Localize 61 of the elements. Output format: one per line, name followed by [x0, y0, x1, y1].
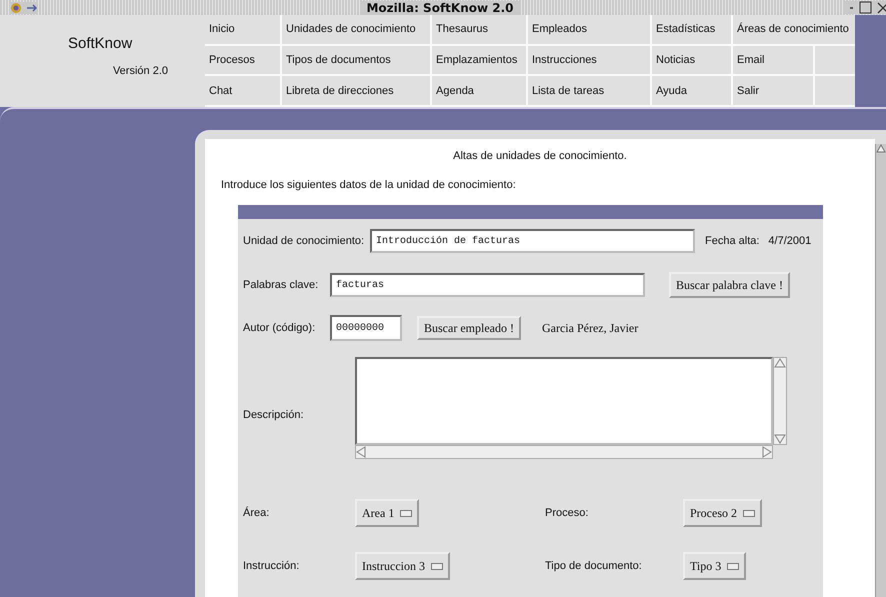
- menu-link[interactable]: Ayuda: [652, 76, 731, 105]
- field-label: Área:: [243, 507, 270, 519]
- close-icon[interactable]: [876, 1, 886, 14]
- intro-text: Introduce los siguientes datos de la unidad de conocimiento:: [221, 179, 517, 191]
- vertical-scrollbar[interactable]: [773, 357, 787, 445]
- menu-link[interactable]: Salir: [733, 76, 813, 105]
- menu-link[interactable]: Inicio: [205, 15, 280, 44]
- menu-link[interactable]: Emplazamientos: [432, 46, 526, 74]
- empty-menu-cell: [815, 46, 855, 74]
- menu-link[interactable]: Instrucciones: [528, 46, 650, 74]
- dropdown-button[interactable]: Proceso 2: [683, 499, 762, 527]
- menu-link[interactable]: Email: [733, 46, 813, 74]
- date-value: 4/7/2001: [768, 235, 812, 247]
- up-arrow-icon: [774, 358, 786, 368]
- input-field[interactable]: Introducción de facturas: [370, 229, 695, 253]
- dropdown-icon: [400, 510, 412, 516]
- dropdown-button[interactable]: Tipo 3: [683, 552, 746, 580]
- window-title: Mozilla: SoftKnow 2.0: [360, 0, 520, 14]
- menu-link[interactable]: Estadísticas: [652, 15, 731, 44]
- menu-link[interactable]: Noticias: [652, 46, 731, 74]
- page-heading: Altas de unidades de conocimiento.: [452, 150, 628, 162]
- version-label: Versión 2.0: [112, 65, 168, 77]
- menu-link[interactable]: Thesaurus: [432, 15, 526, 44]
- description-field[interactable]: [355, 357, 773, 445]
- field-label: Proceso:: [545, 507, 590, 519]
- dropdown-button[interactable]: Instruccion 3: [355, 552, 450, 580]
- dropdown-icon: [727, 562, 740, 570]
- menu-link[interactable]: Tipos de documentos: [282, 46, 430, 74]
- menu-link[interactable]: Lista de tareas: [528, 76, 650, 105]
- dropdown-button[interactable]: Area 1: [355, 499, 420, 527]
- input-field[interactable]: 00000000: [330, 315, 402, 341]
- menu-link[interactable]: Procesos: [205, 46, 280, 74]
- field-label: Tipo de documento:: [545, 560, 643, 572]
- empty-menu-cell: [815, 76, 855, 105]
- up-arrow-icon: [876, 144, 886, 154]
- employee-name: Garcia Pérez, Javier: [542, 320, 638, 336]
- left-arrow-icon: [356, 446, 366, 458]
- field-label: Palabras clave:: [243, 279, 320, 291]
- right-arrow-icon: [762, 446, 772, 458]
- field-label: Autor (código):: [243, 322, 316, 334]
- dropdown-icon: [430, 562, 443, 570]
- field-label: Fecha alta:: [705, 235, 760, 247]
- menu-link[interactable]: Unidades de conocimiento: [282, 15, 430, 44]
- menu-link[interactable]: Chat: [205, 76, 280, 105]
- app-icon: [10, 2, 22, 14]
- search-employee-button[interactable]: Buscar empleado !: [417, 316, 521, 340]
- field-label: Instrucción:: [243, 560, 300, 572]
- input-field[interactable]: facturas: [330, 273, 645, 297]
- app-logo: SoftKnow: [68, 35, 132, 52]
- field-label: Descripción:: [243, 409, 305, 421]
- scrollbar[interactable]: [875, 144, 886, 597]
- menu-link[interactable]: Libreta de direcciones: [282, 76, 430, 105]
- dropdown-icon: [743, 510, 755, 516]
- maximize-icon[interactable]: [858, 1, 872, 14]
- menu-link[interactable]: Agenda: [432, 76, 526, 105]
- search-keyword-button[interactable]: Buscar palabra clave !: [669, 272, 790, 298]
- down-arrow-icon: [774, 434, 786, 444]
- horizontal-scrollbar[interactable]: [355, 445, 773, 459]
- menu-link[interactable]: Empleados: [528, 15, 650, 44]
- field-label: Unidad de conocimiento:: [243, 235, 366, 247]
- menu-link[interactable]: Áreas de conocimiento: [733, 15, 855, 44]
